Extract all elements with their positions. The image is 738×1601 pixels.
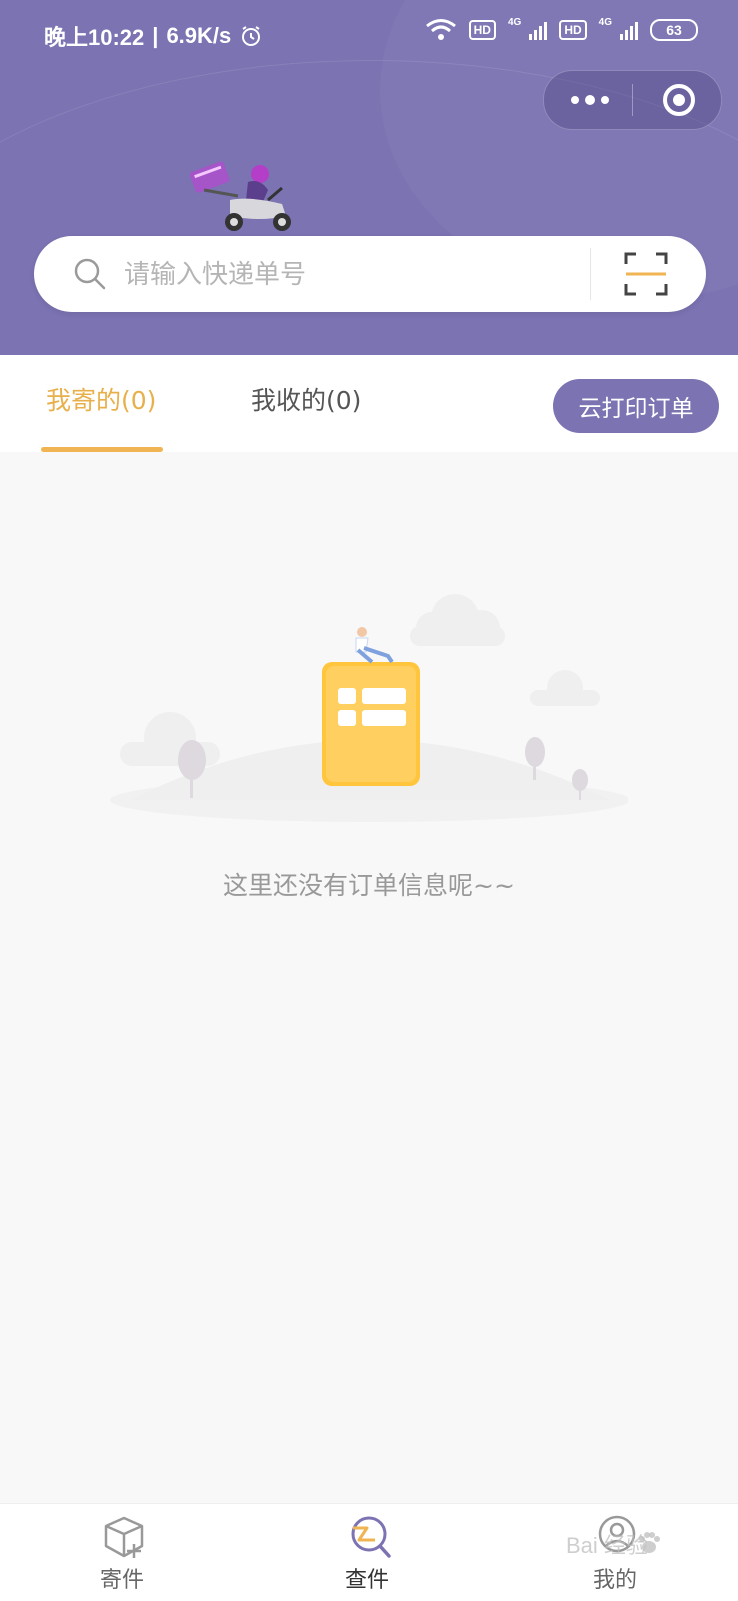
status-right: HD 4G HD 4G 63 xyxy=(425,16,698,42)
tracking-number-input[interactable] xyxy=(122,236,606,314)
empty-state-message: 这里还没有订单信息呢~~ xyxy=(223,871,515,900)
search-icon xyxy=(74,258,106,290)
status-left: 晚上10:22 | 6.9K/s xyxy=(44,20,263,52)
scan-icon[interactable] xyxy=(624,252,668,296)
network-type-label: 4G xyxy=(507,16,522,28)
status-time: 晚上10:22 xyxy=(44,25,145,50)
status-network-speed: 6.9K/s xyxy=(166,23,232,48)
capsule-divider xyxy=(632,84,633,116)
miniprogram-capsule xyxy=(543,70,722,130)
hd-badge: HD xyxy=(468,20,496,40)
close-target-icon[interactable] xyxy=(662,83,696,117)
signal-icon xyxy=(529,20,548,40)
tabbar-send-label: 寄件 xyxy=(99,1568,144,1593)
status-divider: | xyxy=(152,23,159,48)
tabbar-track-label: 查件 xyxy=(344,1568,389,1593)
delivery-scooter-illustration xyxy=(190,161,291,231)
wifi-icon xyxy=(425,19,456,40)
network-type-label-2: 4G xyxy=(598,16,612,28)
tab-sent[interactable]: 我寄的(0) xyxy=(46,355,156,452)
order-tabs: 我寄的(0) 我收的(0) 云打印订单 xyxy=(0,355,738,452)
active-tab-indicator xyxy=(41,447,163,452)
tabbar-profile-label: 我的 xyxy=(592,1568,637,1593)
header-banner: 晚上10:22 | 6.9K/s HD 4G HD 4G 63 xyxy=(0,0,738,355)
hd-badge-2: HD xyxy=(559,20,587,40)
tabbar-send[interactable]: 寄件 xyxy=(52,1504,192,1601)
status-bar: 晚上10:22 | 6.9K/s HD 4G HD 4G 63 xyxy=(0,0,738,68)
search-divider xyxy=(590,248,591,300)
battery-indicator: 63 xyxy=(650,19,698,41)
cloud-print-orders-button[interactable]: 云打印订单 xyxy=(553,379,719,433)
search-bar xyxy=(34,236,706,314)
alarm-icon xyxy=(242,26,261,46)
watermark-paw-icon xyxy=(639,1532,660,1553)
more-icon[interactable] xyxy=(568,87,612,113)
empty-orders-illustration xyxy=(110,594,628,822)
signal-icon-2 xyxy=(620,20,638,40)
search-parcel-icon xyxy=(351,1516,391,1558)
tab-received[interactable]: 我收的(0) xyxy=(251,355,361,452)
box-plus-icon xyxy=(104,1516,144,1558)
tabbar-track[interactable]: 查件 xyxy=(297,1504,437,1601)
